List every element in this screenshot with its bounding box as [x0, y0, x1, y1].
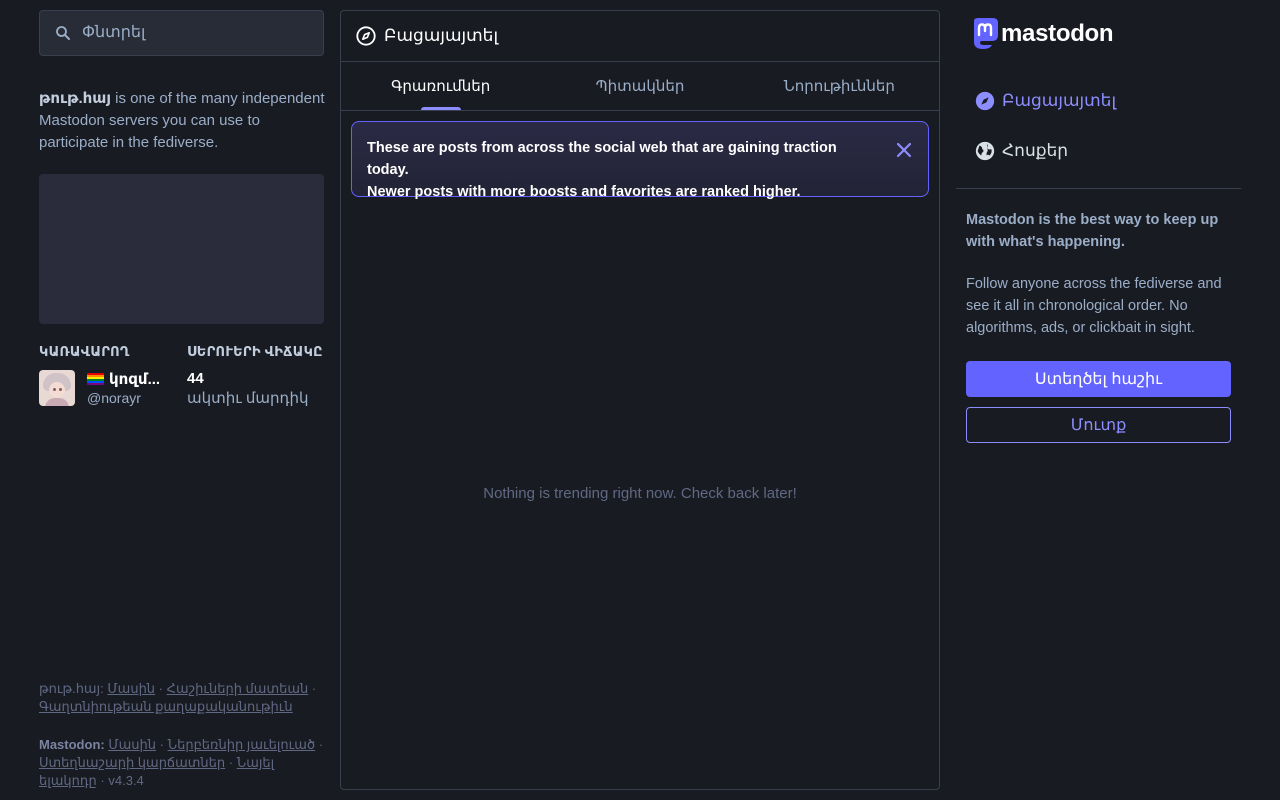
server-description: թութ.հայ is one of the many independent … [39, 88, 329, 154]
column-header: Բացայայտել [341, 11, 939, 62]
search-input[interactable] [82, 24, 312, 42]
column-title: Բացայայտել [384, 26, 499, 45]
login-button[interactable]: Մուտք [966, 407, 1231, 443]
separator: · [159, 737, 164, 752]
notice-line-2: Newer posts with more boosts and favorit… [367, 184, 801, 200]
tab-hashtags[interactable]: Պիտակներ [540, 62, 739, 110]
right-sidebar: mastodon Բացայայտել Հոսքեր Mastodon is t… [956, 10, 1241, 443]
server-about-link[interactable]: Մասին [107, 681, 155, 696]
separator: · [158, 681, 164, 696]
left-column: թութ.հայ is one of the many independent … [39, 10, 325, 790]
admin-display-name[interactable]: կոզմ... [87, 370, 160, 388]
privacy-policy-link[interactable]: Գաղտնիութեան քաղաքականութիւն [39, 699, 293, 714]
server-hero-image [39, 174, 324, 324]
separator: · [100, 773, 105, 788]
get-app-link[interactable]: Ներբեռնիր յաւելուած [168, 737, 315, 752]
active-users-label: ակտիւ մարդիկ [187, 390, 309, 407]
promo-heading: Mastodon is the best way to keep up with… [966, 212, 1219, 250]
notice-line-1: These are posts from across the social w… [367, 140, 837, 178]
sidebar-item-live-feeds[interactable]: Հոսքեր [956, 126, 1241, 176]
separator: · [311, 681, 317, 696]
tab-news[interactable]: Նորութիւններ [740, 62, 939, 110]
signup-promo: Mastodon is the best way to keep up with… [956, 189, 1241, 339]
search-box[interactable] [39, 10, 324, 56]
admin-handle: @norayr [87, 390, 141, 406]
sidebar-item-label: Հոսքեր [1002, 141, 1069, 160]
avatar[interactable] [39, 370, 75, 406]
server-domain: թութ.հայ [39, 90, 112, 107]
stats-heading: ՍԵՐՈՒԵՐԻ ՎԻՃԱԿԸ [187, 344, 323, 359]
trending-notice: These are posts from across the social w… [351, 121, 929, 200]
sidebar-nav: Բացայայտել Հոսքեր [956, 76, 1241, 189]
version-label: v4.3.4 [108, 773, 144, 788]
rainbow-flag-icon [87, 373, 104, 385]
server-footer-label: թութ.հայ: [39, 681, 104, 696]
server-stats-section: ՍԵՐՈՒԵՐԻ ՎԻՃԱԿԸ 44 ակտիւ մարդիկ [187, 344, 324, 407]
admin-account[interactable]: կոզմ... @norayr [39, 370, 187, 406]
profiles-directory-link[interactable]: Հաշիւների մատեան [167, 681, 309, 696]
footer-links: թութ.հայ: Մասին · Հաշիւների մատեան · Գաղ… [39, 680, 324, 790]
separator: · [228, 755, 234, 770]
administrator-section: ԿԱՌԱՎԱՐՈՂ կոզմ... @norayr [39, 344, 187, 407]
globe-icon [975, 141, 995, 161]
mastodon-logo-icon [974, 18, 998, 49]
active-users-count: 44 [187, 370, 204, 387]
mastodon-footer-label: Mastodon: [39, 737, 105, 752]
explore-tabs: Գրառումներ Պիտակներ Նորութիւններ [341, 62, 939, 111]
tab-posts[interactable]: Գրառումներ [341, 62, 540, 110]
explore-icon [975, 91, 995, 111]
search-icon [56, 26, 70, 40]
mastodon-logo[interactable]: mastodon [970, 18, 1241, 50]
admin-name-text: կոզմ... [109, 371, 161, 388]
server-meta: ԿԱՌԱՎԱՐՈՂ կոզմ... @norayr ՍԵՐՈՒԵՐԻ ՎԻՃԱԿ… [39, 344, 324, 407]
explore-column: Բացայայտել Գրառումներ Պիտակներ Նորութիւն… [340, 10, 940, 790]
keyboard-shortcuts-link[interactable]: Ստեղնաշարի կարճատներ [39, 755, 225, 770]
logo-wordmark: mastodon [1001, 20, 1114, 47]
mastodon-footer: Mastodon: Մասին · Ներբեռնիր յաւելուած · … [39, 736, 324, 790]
close-icon[interactable] [894, 140, 914, 160]
promo-body: Follow anyone across the fediverse and s… [966, 276, 1222, 336]
empty-message: Nothing is trending right now. Check bac… [483, 485, 797, 502]
explore-icon [356, 26, 376, 46]
server-footer: թութ.հայ: Մասին · Հաշիւների մատեան · Գաղ… [39, 680, 324, 716]
sidebar-item-explore[interactable]: Բացայայտել [956, 76, 1241, 126]
sidebar-item-label: Բացայայտել [1002, 91, 1117, 110]
mastodon-about-link[interactable]: Մասին [108, 737, 156, 752]
admin-text: կոզմ... @norayr [87, 370, 160, 406]
administrator-heading: ԿԱՌԱՎԱՐՈՂ [39, 344, 130, 359]
separator: · [318, 737, 324, 752]
create-account-button[interactable]: Ստեղծել հաշիւ [966, 361, 1231, 397]
